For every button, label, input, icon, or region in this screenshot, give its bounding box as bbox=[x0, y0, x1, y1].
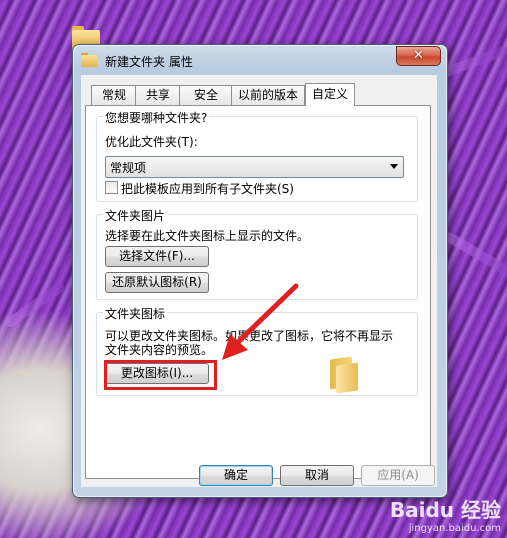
wallpaper-stroke bbox=[3, 280, 67, 330]
tab-previous-versions[interactable]: 以前的版本 bbox=[231, 85, 305, 105]
chevron-down-icon bbox=[390, 164, 398, 169]
customize-panel: 您想要哪种文件夹? 优化此文件夹(T): 常规项 把此模板应用到所有子文件夹(S… bbox=[85, 105, 431, 479]
highlight-box bbox=[104, 360, 217, 390]
apply-template-label[interactable]: 把此模板应用到所有子文件夹(S) bbox=[121, 180, 294, 197]
folder-preview-icon bbox=[330, 356, 360, 394]
apply-template-checkbox[interactable] bbox=[105, 181, 118, 194]
group-label: 文件夹图片 bbox=[103, 207, 168, 224]
watermark-logo: Baidu 经验 bbox=[389, 498, 501, 522]
group-label: 您想要哪种文件夹? bbox=[103, 109, 210, 126]
folder-icon bbox=[81, 53, 97, 67]
folder-icon-description-line2: 文件夹内容的预览。 bbox=[105, 343, 214, 357]
apply-button[interactable]: 应用(A) bbox=[361, 465, 435, 486]
properties-dialog: 新建文件夹 属性 ✕ 常规 共享 安全 以前的版本 自定义 您想要哪种文件夹? … bbox=[72, 44, 448, 498]
tab-customize[interactable]: 自定义 bbox=[305, 83, 355, 106]
dialog-content: 常规 共享 安全 以前的版本 自定义 您想要哪种文件夹? 优化此文件夹(T): … bbox=[81, 75, 437, 487]
optimize-select[interactable]: 常规项 bbox=[105, 156, 404, 178]
tab-sharing[interactable]: 共享 bbox=[135, 85, 181, 105]
group-label: 文件夹图标 bbox=[103, 305, 168, 322]
watermark-url: jingyan.baidu.com bbox=[408, 523, 501, 534]
title-bar[interactable]: 新建文件夹 属性 ✕ bbox=[73, 45, 447, 75]
optimize-label: 优化此文件夹(T): bbox=[105, 135, 198, 149]
folder-picture-group: 文件夹图片 选择要在此文件夹图标上显示的文件。 选择文件(F)... 还原默认图… bbox=[96, 207, 418, 300]
ok-button[interactable]: 确定 bbox=[199, 465, 273, 486]
window-title: 新建文件夹 属性 bbox=[105, 55, 193, 69]
tab-security[interactable]: 安全 bbox=[179, 85, 233, 105]
folder-picture-description: 选择要在此文件夹图标上显示的文件。 bbox=[105, 229, 310, 243]
restore-default-button[interactable]: 还原默认图标(R) bbox=[105, 272, 209, 293]
choose-file-button[interactable]: 选择文件(F)... bbox=[105, 246, 209, 267]
close-button[interactable]: ✕ bbox=[396, 46, 441, 66]
cancel-button[interactable]: 取消 bbox=[280, 465, 354, 486]
tab-general[interactable]: 常规 bbox=[91, 85, 137, 105]
wallpaper-stroke bbox=[442, 230, 507, 280]
folder-type-group: 您想要哪种文件夹? 优化此文件夹(T): 常规项 把此模板应用到所有子文件夹(S… bbox=[96, 109, 418, 202]
watermark: Baidu 经验 jingyan.baidu.com bbox=[390, 494, 501, 534]
optimize-value: 常规项 bbox=[110, 161, 147, 175]
